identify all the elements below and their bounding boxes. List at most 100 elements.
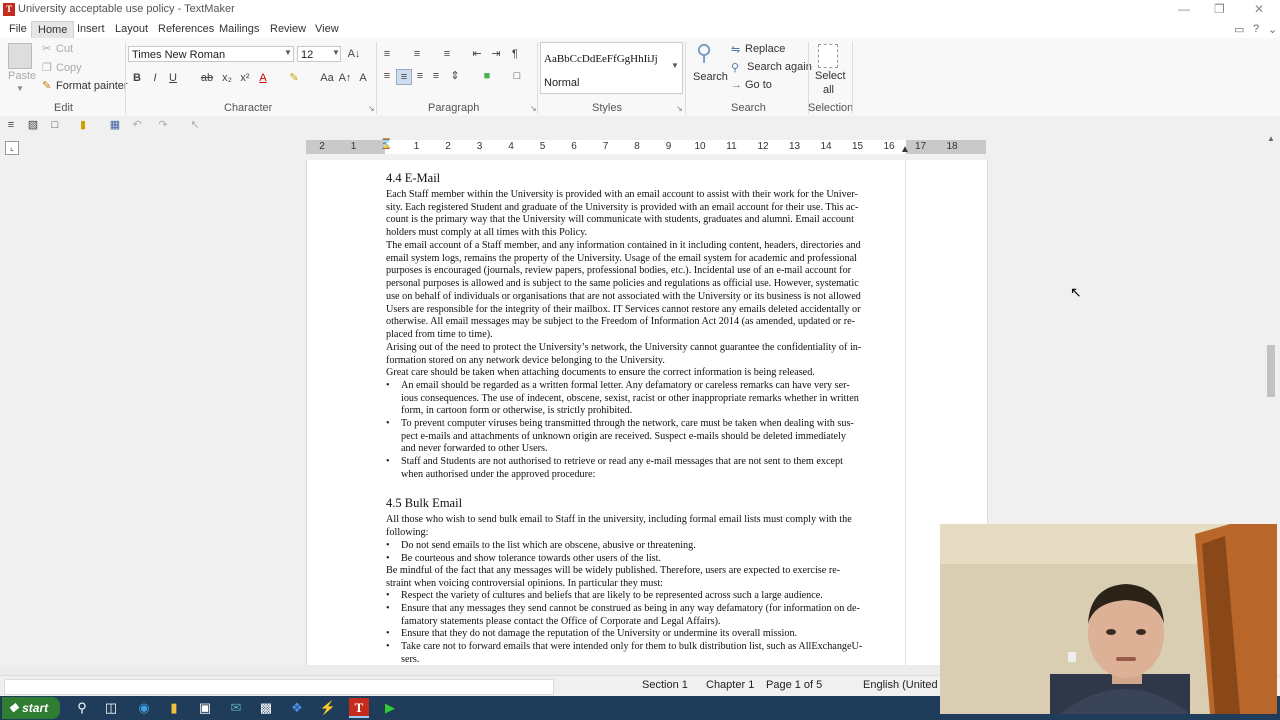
save-icon[interactable]: ▦ <box>108 118 122 132</box>
help-icon[interactable]: ? <box>1253 23 1259 35</box>
textmaker-taskbar-icon[interactable]: T <box>349 698 369 718</box>
select-all-icon[interactable] <box>818 44 838 68</box>
scroll-up-icon[interactable]: ▲ <box>1267 134 1275 143</box>
size-dropdown-icon[interactable]: ▼ <box>332 48 340 57</box>
open-folder-icon[interactable]: ▮ <box>76 118 90 132</box>
font-dropdown-icon[interactable]: ▼ <box>284 48 292 57</box>
character-dialog-icon[interactable]: ↘ <box>368 104 375 113</box>
change-case-icon[interactable]: Aa <box>320 71 334 85</box>
search-taskbar-icon[interactable]: ⚲ <box>72 698 92 718</box>
italic-icon[interactable]: I <box>148 71 162 85</box>
tab-stop-selector[interactable]: ⌞ <box>5 141 19 155</box>
text-line: Users are responsible for the integrity … <box>386 303 861 315</box>
line-spacing-icon[interactable]: ⇕ <box>448 69 462 83</box>
align-right-icon[interactable]: ≡ <box>413 69 427 83</box>
status-language[interactable]: English (United Ki <box>863 679 950 691</box>
subscript-icon[interactable]: x₂ <box>220 71 234 85</box>
font-color-icon[interactable]: A <box>256 71 270 85</box>
text-line: otherwise. All email messages may be sub… <box>386 316 856 328</box>
grow-font-icon[interactable]: A↑ <box>338 71 352 85</box>
menu-layout[interactable]: Layout <box>115 23 148 35</box>
increase-indent-icon[interactable]: ⇥ <box>489 47 503 61</box>
multilevel-icon[interactable]: ≡ <box>440 47 454 61</box>
store-icon[interactable]: ▣ <box>195 698 215 718</box>
styles-dropdown-icon[interactable]: ▼ <box>671 61 679 70</box>
restore-icon[interactable]: ❐ <box>1214 2 1225 16</box>
list-item: An email should be regarded as a written… <box>401 380 859 418</box>
borders-icon[interactable]: □ <box>510 69 524 83</box>
options-icon[interactable]: ⌄ <box>1268 23 1277 36</box>
justify-icon[interactable]: ≡ <box>429 69 443 83</box>
styles-dialog-icon[interactable]: ↘ <box>676 104 683 113</box>
search-icon[interactable]: ⚲ <box>696 40 712 66</box>
recorder-icon[interactable]: ▶ <box>380 698 400 718</box>
style-gallery[interactable]: AaBbCcDdEeFfGgHhIiJj Normal ▼ <box>540 42 683 94</box>
right-indent-marker[interactable]: ▲ <box>900 144 910 155</box>
redo-icon[interactable]: ↷ <box>156 118 170 132</box>
clear-format-icon[interactable]: A <box>356 71 370 85</box>
font-name-select[interactable]: Times New Roman <box>128 46 294 62</box>
menu-file[interactable]: File <box>9 23 27 35</box>
hamburger-menu-icon[interactable]: ≡ <box>4 118 18 132</box>
highlight-icon[interactable]: ✎ <box>287 71 301 85</box>
text-line: Ensure that any messages they send canno… <box>401 603 860 614</box>
bolt-icon[interactable]: ⚡ <box>318 698 338 718</box>
replace-button[interactable]: Replace <box>745 43 785 55</box>
mail-icon[interactable]: ✉ <box>226 698 246 718</box>
font-size-options-icon[interactable]: A↓ <box>347 47 361 61</box>
menu-mailings[interactable]: Mailings <box>219 23 259 35</box>
paragraph-dialog-icon[interactable]: ↘ <box>530 104 537 113</box>
undo-icon[interactable]: ↶ <box>130 118 144 132</box>
task-view-icon[interactable]: ◫ <box>101 698 121 718</box>
horizontal-ruler[interactable]: 2 1 1 1 2 3 4 5 6 7 8 9 10 11 12 13 14 15 16 17 18 ⌛ ▲ <box>306 139 986 155</box>
bag-icon[interactable]: ▩ <box>256 698 276 718</box>
menu-home[interactable]: Home <box>31 21 75 38</box>
new-document-icon[interactable]: □ <box>48 118 62 132</box>
indent-marker[interactable]: ⌛ <box>380 139 392 150</box>
ribbon-toggle-icon[interactable]: ▭ <box>1234 23 1244 36</box>
bullet-icon: • <box>386 641 390 652</box>
superscript-icon[interactable]: x² <box>238 71 252 85</box>
divider <box>685 42 686 114</box>
numbering-icon[interactable]: ≡ <box>410 47 424 61</box>
text-line: straint when voicing controversial opini… <box>386 577 663 589</box>
bold-icon[interactable]: B <box>130 71 144 85</box>
decrease-indent-icon[interactable]: ⇤ <box>470 47 484 61</box>
shading-icon[interactable]: ■ <box>480 69 494 83</box>
menu-view[interactable]: View <box>315 23 339 35</box>
paste-icon[interactable] <box>8 43 32 69</box>
copy-button[interactable]: Copy <box>56 62 82 74</box>
paragraph-marks-icon[interactable]: ¶ <box>508 47 522 61</box>
paste-button[interactable]: Paste <box>8 70 36 82</box>
minimize-icon[interactable]: — <box>1178 2 1190 16</box>
pointer-icon[interactable]: ↖ <box>188 118 202 132</box>
format-painter-button[interactable]: Format painter <box>56 80 128 92</box>
menu-references[interactable]: References <box>158 23 214 35</box>
cut-button[interactable]: Cut <box>56 43 73 55</box>
file-explorer-icon[interactable]: ▮ <box>164 698 184 718</box>
dropbox-icon[interactable]: ❖ <box>287 698 307 718</box>
copy-icon: ❐ <box>42 62 52 74</box>
edge-icon[interactable]: ◉ <box>134 698 154 718</box>
close-icon[interactable]: ✕ <box>1254 2 1264 16</box>
text-line: use on behalf of individuals or organisa… <box>386 290 861 302</box>
align-center-icon[interactable]: ≡ <box>396 69 412 85</box>
goto-button[interactable]: Go to <box>745 79 772 91</box>
menu-review[interactable]: Review <box>270 23 306 35</box>
scrollbar-thumb[interactable] <box>1267 345 1275 397</box>
underline-icon[interactable]: U <box>166 71 180 85</box>
search-button[interactable]: Search <box>693 71 728 83</box>
align-left-icon[interactable]: ≡ <box>380 69 394 83</box>
start-button[interactable]: ❖ start <box>2 697 60 719</box>
panel-icon[interactable]: ▧ <box>26 118 40 132</box>
select-all-button[interactable]: Select <box>815 70 846 82</box>
divider <box>537 42 538 114</box>
document-page[interactable]: 4.4 E-Mail Each Staff member within the … <box>306 160 988 665</box>
bullets-icon[interactable]: ≡ <box>380 47 394 61</box>
text-line: following: <box>386 526 429 538</box>
menu-insert[interactable]: Insert <box>77 23 105 35</box>
search-again-button[interactable]: Search again <box>747 61 812 73</box>
paste-dropdown-icon[interactable]: ▼ <box>16 84 24 93</box>
ruler-tick-label: 4 <box>508 141 514 152</box>
strikethrough-icon[interactable]: ab <box>200 71 214 85</box>
